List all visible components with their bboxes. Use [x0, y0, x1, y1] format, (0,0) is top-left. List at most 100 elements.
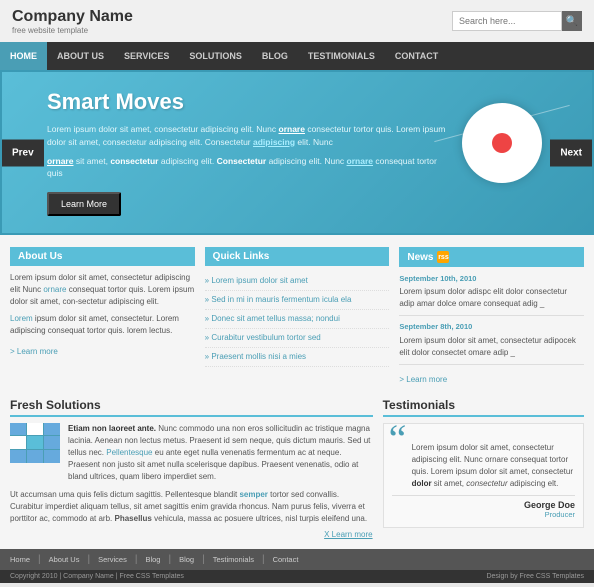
author-name: George Doe: [392, 500, 575, 510]
footer-sep: |: [38, 554, 41, 565]
grid-cell: [44, 436, 60, 449]
testimonials-section: Testimonials “ Lorem ipsum dolor sit ame…: [383, 398, 584, 539]
news-item-1: September 10th, 2010 Lorem ipsum dolor a…: [399, 273, 584, 316]
about-link-2[interactable]: Lorem: [10, 314, 33, 323]
fresh-solutions-title: Fresh Solutions: [10, 398, 373, 417]
nav-services[interactable]: SERVICES: [114, 42, 179, 70]
quick-links-column: Quick Links Lorem ipsum dolor sit amet S…: [205, 247, 390, 386]
footer-sep: |: [262, 554, 265, 565]
quick-link-1[interactable]: Lorem ipsum dolor sit amet: [211, 276, 307, 285]
footer-link-contact[interactable]: Contact: [273, 555, 299, 564]
grid-cell: [10, 450, 26, 463]
designer: Design by Free CSS Templates: [486, 573, 584, 580]
slider-title: Smart Moves: [47, 89, 447, 115]
about-us-body: Lorem ipsum dolor sit amet, consectetur …: [10, 272, 195, 358]
list-item: Donec sit amet tellus massa; nondui: [205, 310, 390, 329]
list-item: Sed in mi in mauris fermentum icula ela: [205, 291, 390, 310]
fresh-learn-more[interactable]: X Learn more: [10, 530, 373, 539]
footer-link-about[interactable]: About Us: [49, 555, 80, 564]
nav-home[interactable]: HOME: [0, 42, 47, 70]
quick-link-5[interactable]: Praesent mollis nisi a mies: [211, 352, 306, 361]
slider-content: Smart Moves Lorem ipsum dolor sit amet, …: [17, 89, 447, 216]
target-bullseye: [492, 133, 512, 153]
about-us-header: About Us: [10, 247, 195, 266]
fresh-img-grid: [10, 423, 60, 463]
quick-links-list: Lorem ipsum dolor sit amet Sed in mi in …: [205, 272, 390, 367]
fresh-bold: Etiam non laoreet ante.: [68, 424, 156, 433]
author-title: Producer: [392, 510, 575, 519]
about-us-text-1: Lorem ipsum dolor sit amet, consectetur …: [10, 272, 195, 308]
fresh-solutions-section: Fresh Solutions Etiam non laoreet ante. …: [10, 398, 373, 539]
quote-mark: “: [389, 419, 407, 459]
testimonials-title: Testimonials: [383, 398, 584, 417]
main-nav: HOME ABOUT US SERVICES SOLUTIONS BLOG TE…: [0, 42, 594, 70]
footer-link-home[interactable]: Home: [10, 555, 30, 564]
hero-slider: Smart Moves Lorem ipsum dolor sit amet, …: [0, 70, 594, 235]
footer-nav: Home | About Us | Services | Blog | Blog…: [0, 549, 594, 570]
grid-cell: [44, 450, 60, 463]
quick-link-2[interactable]: Sed in mi in mauris fermentum icula ela: [211, 295, 351, 304]
fresh-full-text: Ut accumsan uma quis felis dictum sagitt…: [10, 489, 373, 525]
search-bar: 🔍: [452, 11, 582, 31]
slider-text-2: ornare sit amet, consectetur adipiscing …: [47, 155, 447, 181]
nav-about[interactable]: ABOUT US: [47, 42, 114, 70]
news-date-2: September 8th, 2010: [399, 321, 584, 332]
quick-link-3[interactable]: Donec sit amet tellus massa; nondui: [211, 314, 340, 323]
footer-sep: |: [135, 554, 138, 565]
quick-link-4[interactable]: Curabitur vestibulum tortor sed: [211, 333, 320, 342]
fresh-solutions-text: Etiam non laoreet ante. Nunc commodo una…: [68, 423, 373, 483]
slider-text-1: Lorem ipsum dolor sit amet, consectetur …: [47, 123, 447, 149]
logo-area: Company Name free website template: [12, 8, 133, 35]
about-learn-more[interactable]: Learn more: [10, 346, 58, 358]
search-input[interactable]: [452, 11, 562, 31]
news-text-1: Lorem ipsum dolor adispc elit dolor cons…: [399, 286, 584, 310]
learn-more-button[interactable]: Learn More: [47, 192, 121, 216]
grid-cell: [10, 436, 26, 449]
footer-sep: |: [168, 554, 171, 565]
lower-section: Fresh Solutions Etiam non laoreet ante. …: [0, 398, 594, 549]
nav-blog[interactable]: BLOG: [252, 42, 298, 70]
fresh-inner: Etiam non laoreet ante. Nunc commodo una…: [10, 423, 373, 483]
nav-solutions[interactable]: SOLUTIONS: [179, 42, 252, 70]
footer-link-blog[interactable]: Blog: [145, 555, 160, 564]
copyright: Copyright 2010 | Company Name | Free CSS…: [10, 573, 184, 580]
header: Company Name free website template 🔍: [0, 0, 594, 42]
fresh-link[interactable]: Pellentesque: [106, 448, 152, 457]
news-learn-more[interactable]: Learn more: [399, 374, 447, 386]
nav-testimonials[interactable]: TESTIMONIALS: [298, 42, 385, 70]
slider-next-button[interactable]: Next: [550, 139, 592, 166]
target-circle: [462, 103, 542, 183]
about-us-column: About Us Lorem ipsum dolor sit amet, con…: [10, 247, 195, 386]
grid-cell: [27, 436, 43, 449]
nav-contact[interactable]: CONTACT: [385, 42, 448, 70]
three-columns: About Us Lorem ipsum dolor sit amet, con…: [0, 235, 594, 398]
about-link-1[interactable]: ornare: [43, 285, 66, 294]
fresh-solutions-image: [10, 423, 60, 463]
quick-links-body: Lorem ipsum dolor sit amet Sed in mi in …: [205, 272, 390, 367]
news-header: News rss: [399, 247, 584, 267]
grid-cell: [44, 423, 60, 436]
fresh-semper-link[interactable]: semper: [239, 490, 267, 499]
footer-bottom: Copyright 2010 | Company Name | Free CSS…: [0, 570, 594, 583]
slider-prev-button[interactable]: Prev: [2, 139, 44, 166]
search-button[interactable]: 🔍: [562, 11, 582, 31]
testimonial-bold: dolor: [412, 479, 432, 488]
list-item: Praesent mollis nisi a mies: [205, 348, 390, 367]
grid-cell: [10, 423, 26, 436]
tagline: free website template: [12, 26, 133, 35]
about-us-text-2: Lorem ipsum dolor sit amet, consectetur.…: [10, 313, 195, 337]
target-graphic: [462, 103, 562, 203]
rss-icon: rss: [437, 251, 449, 263]
testimonial-text: Lorem ipsum dolor sit amet, consectetur …: [392, 432, 575, 490]
fresh-phasellus: Phasellus: [115, 514, 152, 523]
company-name: Company Name: [12, 8, 133, 26]
news-date-1: September 10th, 2010: [399, 273, 584, 284]
footer-link-blog2[interactable]: Blog: [179, 555, 194, 564]
footer-link-testimonials[interactable]: Testimonials: [213, 555, 254, 564]
testimonial-box: “ Lorem ipsum dolor sit amet, consectetu…: [383, 423, 584, 528]
footer-link-services[interactable]: Services: [98, 555, 127, 564]
list-item: Curabitur vestibulum tortor sed: [205, 329, 390, 348]
news-text-2: Lorem ipsum dolor sit amet, consectetur …: [399, 335, 584, 359]
list-item: Lorem ipsum dolor sit amet: [205, 272, 390, 291]
testimonial-author: George Doe Producer: [392, 495, 575, 519]
